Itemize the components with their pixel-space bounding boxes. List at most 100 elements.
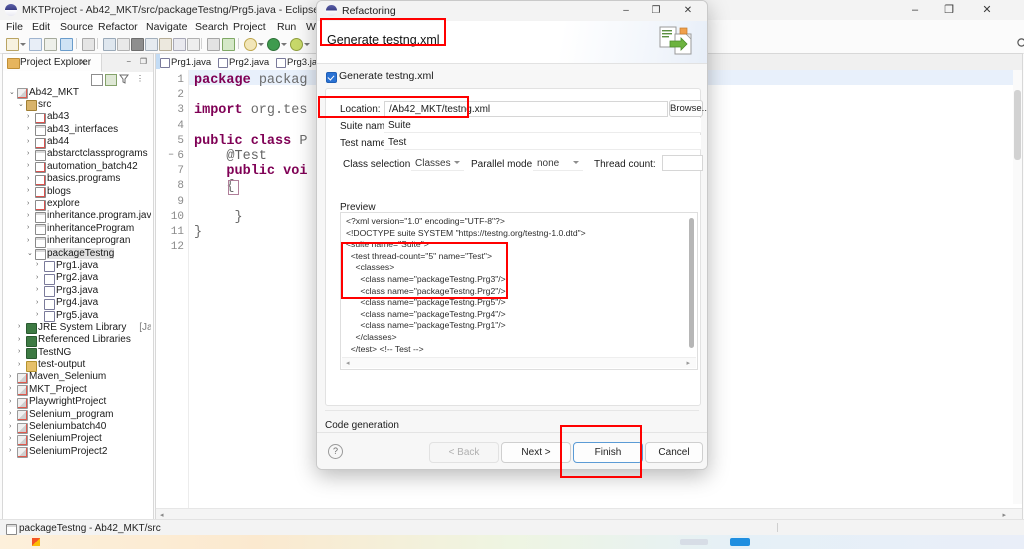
window-minimize-button[interactable]: –	[898, 0, 932, 20]
open-type-icon[interactable]	[207, 38, 220, 51]
expand-arrow-icon[interactable]: ›	[9, 410, 11, 417]
browse-button[interactable]: Browse...	[669, 100, 703, 117]
expand-arrow-icon[interactable]: ›	[36, 311, 38, 318]
expand-arrow-icon[interactable]: ›	[9, 385, 11, 392]
test-name-input[interactable]: Test	[384, 135, 701, 150]
close-icon[interactable]: ✕	[79, 57, 87, 68]
tree-item-explore[interactable]: ›explore	[3, 198, 151, 210]
tree-item-referenced-libraries[interactable]: ›Referenced Libraries	[3, 334, 151, 346]
windows-start-icon[interactable]	[32, 538, 40, 546]
tree-item-prg5-java[interactable]: ›Prg5.java	[3, 309, 151, 321]
thread-count-input[interactable]	[662, 155, 703, 171]
tree-item-test-output[interactable]: ›test-output	[3, 359, 151, 371]
filter-icon[interactable]	[119, 74, 129, 84]
expand-arrow-icon[interactable]: ›	[18, 361, 20, 368]
testng-icon[interactable]	[222, 38, 235, 51]
expand-arrow-icon[interactable]: ›	[27, 200, 29, 207]
build-icon[interactable]	[82, 38, 95, 51]
generate-testng-xml-checkbox[interactable]	[326, 72, 337, 83]
run-caret-icon[interactable]	[281, 43, 287, 46]
location-input[interactable]: /Ab42_MKT/testng.xml	[384, 101, 668, 117]
menu-run[interactable]: Run	[277, 21, 296, 33]
tree-item-inheritanceprogram[interactable]: ›inheritanceProgram	[3, 222, 151, 234]
next-button[interactable]: Next >	[501, 442, 571, 463]
save-icon[interactable]	[29, 38, 42, 51]
tree-item-packagetestng[interactable]: ⌄packageTestng	[3, 247, 151, 259]
expand-arrow-icon[interactable]: ›	[18, 336, 20, 343]
taskbar-item[interactable]	[730, 538, 750, 546]
resume-icon[interactable]	[187, 38, 200, 51]
tree-item-ab42-mkt[interactable]: ⌄Ab42_MKT	[3, 86, 151, 98]
expand-arrow-icon[interactable]: ›	[27, 224, 29, 231]
tree-item-seleniumproject[interactable]: ›SeleniumProject	[3, 433, 151, 445]
expand-arrow-icon[interactable]: ›	[36, 274, 38, 281]
tab-project-explorer[interactable]: Project Explorer ✕	[3, 54, 102, 72]
tree-item-inheritance-program-java[interactable]: ›inheritance.program.java	[3, 210, 151, 222]
preview-vertical-scrollbar[interactable]	[687, 214, 696, 350]
tree-item-abstarctclassprograms[interactable]: ›abstarctclassprograms	[3, 148, 151, 160]
preview-box[interactable]: <?xml version="1.0" encoding="UTF-8"?><!…	[340, 212, 698, 370]
expand-arrow-icon[interactable]: ⌄	[27, 249, 33, 257]
new-dropdown-caret-icon[interactable]	[20, 43, 26, 46]
tree-item-ab44[interactable]: ›ab44	[3, 136, 151, 148]
tree-item-blogs[interactable]: ›blogs	[3, 185, 151, 197]
expand-arrow-icon[interactable]: ›	[27, 138, 29, 145]
tree-item-src[interactable]: ⌄src	[3, 98, 151, 110]
coverage-caret-icon[interactable]	[304, 43, 310, 46]
menu-navigate[interactable]: Navigate	[146, 21, 187, 33]
tree-item-jre-system-library[interactable]: ›JRE System Library[JavaSE-1.8]	[3, 321, 151, 333]
new-icon[interactable]	[6, 38, 19, 51]
collapse-all-icon[interactable]	[91, 74, 103, 86]
cancel-button[interactable]: Cancel	[645, 442, 703, 463]
tree-item-basics-programs[interactable]: ›basics.programs	[3, 173, 151, 185]
tree-item-prg4-java[interactable]: ›Prg4.java	[3, 297, 151, 309]
tree-item-automation-batch42[interactable]: ›automation_batch42	[3, 160, 151, 172]
expand-arrow-icon[interactable]: ›	[27, 212, 29, 219]
coverage-icon[interactable]	[290, 38, 303, 51]
menu-file[interactable]: File	[6, 21, 23, 33]
tree-item-inheritanceprogran[interactable]: ›inheritanceprogran	[3, 235, 151, 247]
editor-vertical-scroll-thumb[interactable]	[1014, 90, 1021, 160]
scroll-right-icon[interactable]: ▸	[686, 359, 690, 367]
expand-arrow-icon[interactable]: ⌄	[18, 100, 24, 108]
editor-tab-prg1[interactable]: Prg1.java	[156, 54, 215, 70]
parallel-mode-select[interactable]: none	[533, 156, 583, 171]
tree-item-prg3-java[interactable]: ›Prg3.java	[3, 284, 151, 296]
tree-item-testng[interactable]: ›TestNG	[3, 346, 151, 358]
link-with-editor-icon[interactable]	[105, 74, 117, 86]
expand-arrow-icon[interactable]: ›	[9, 435, 11, 442]
step-icon[interactable]	[145, 38, 158, 51]
project-tree[interactable]: ⌄Ab42_MKT⌄src›ab43›ab43_interfaces›ab44›…	[3, 86, 151, 516]
expand-arrow-icon[interactable]: ›	[27, 187, 29, 194]
expand-arrow-icon[interactable]: ⌄	[9, 88, 15, 96]
expand-arrow-icon[interactable]: ›	[36, 261, 38, 268]
scroll-right-icon[interactable]: ▸	[1002, 511, 1006, 519]
tree-item-seleniumbatch40[interactable]: ›Seleniumbatch40	[3, 421, 151, 433]
expand-arrow-icon[interactable]: ›	[18, 348, 20, 355]
debug-icon[interactable]	[244, 38, 257, 51]
dialog-close-button[interactable]: ✕	[673, 1, 703, 21]
panel-maximize-button[interactable]: ❐	[140, 57, 147, 66]
expand-arrow-icon[interactable]: ›	[36, 299, 38, 306]
print-icon[interactable]	[60, 38, 73, 51]
expand-arrow-icon[interactable]: ›	[9, 373, 11, 380]
chevron-down-icon[interactable]	[573, 161, 579, 164]
tree-item-ab43[interactable]: ›ab43	[3, 111, 151, 123]
search-icon[interactable]	[1016, 37, 1024, 50]
preview-horizontal-scrollbar[interactable]: ◂ ▸	[342, 357, 696, 368]
window-maximize-button[interactable]: ❐	[932, 0, 966, 20]
expand-arrow-icon[interactable]: ›	[27, 150, 29, 157]
expand-arrow-icon[interactable]: ›	[27, 125, 29, 132]
tree-item-selenium-program[interactable]: ›Selenium_program	[3, 408, 151, 420]
scroll-left-icon[interactable]: ◂	[160, 511, 164, 519]
run-last-icon[interactable]	[103, 38, 116, 51]
tree-item-ab43-interfaces[interactable]: ›ab43_interfaces	[3, 123, 151, 135]
taskbar-item[interactable]	[680, 539, 708, 545]
expand-arrow-icon[interactable]: ›	[27, 175, 29, 182]
scroll-left-icon[interactable]: ◂	[346, 359, 350, 367]
expand-arrow-icon[interactable]: ›	[9, 398, 11, 405]
tree-item-seleniumproject2[interactable]: ›SeleniumProject2	[3, 445, 151, 457]
expand-arrow-icon[interactable]: ›	[36, 286, 38, 293]
window-close-button[interactable]: ✕	[970, 0, 1004, 20]
debug-caret-icon[interactable]	[258, 43, 264, 46]
